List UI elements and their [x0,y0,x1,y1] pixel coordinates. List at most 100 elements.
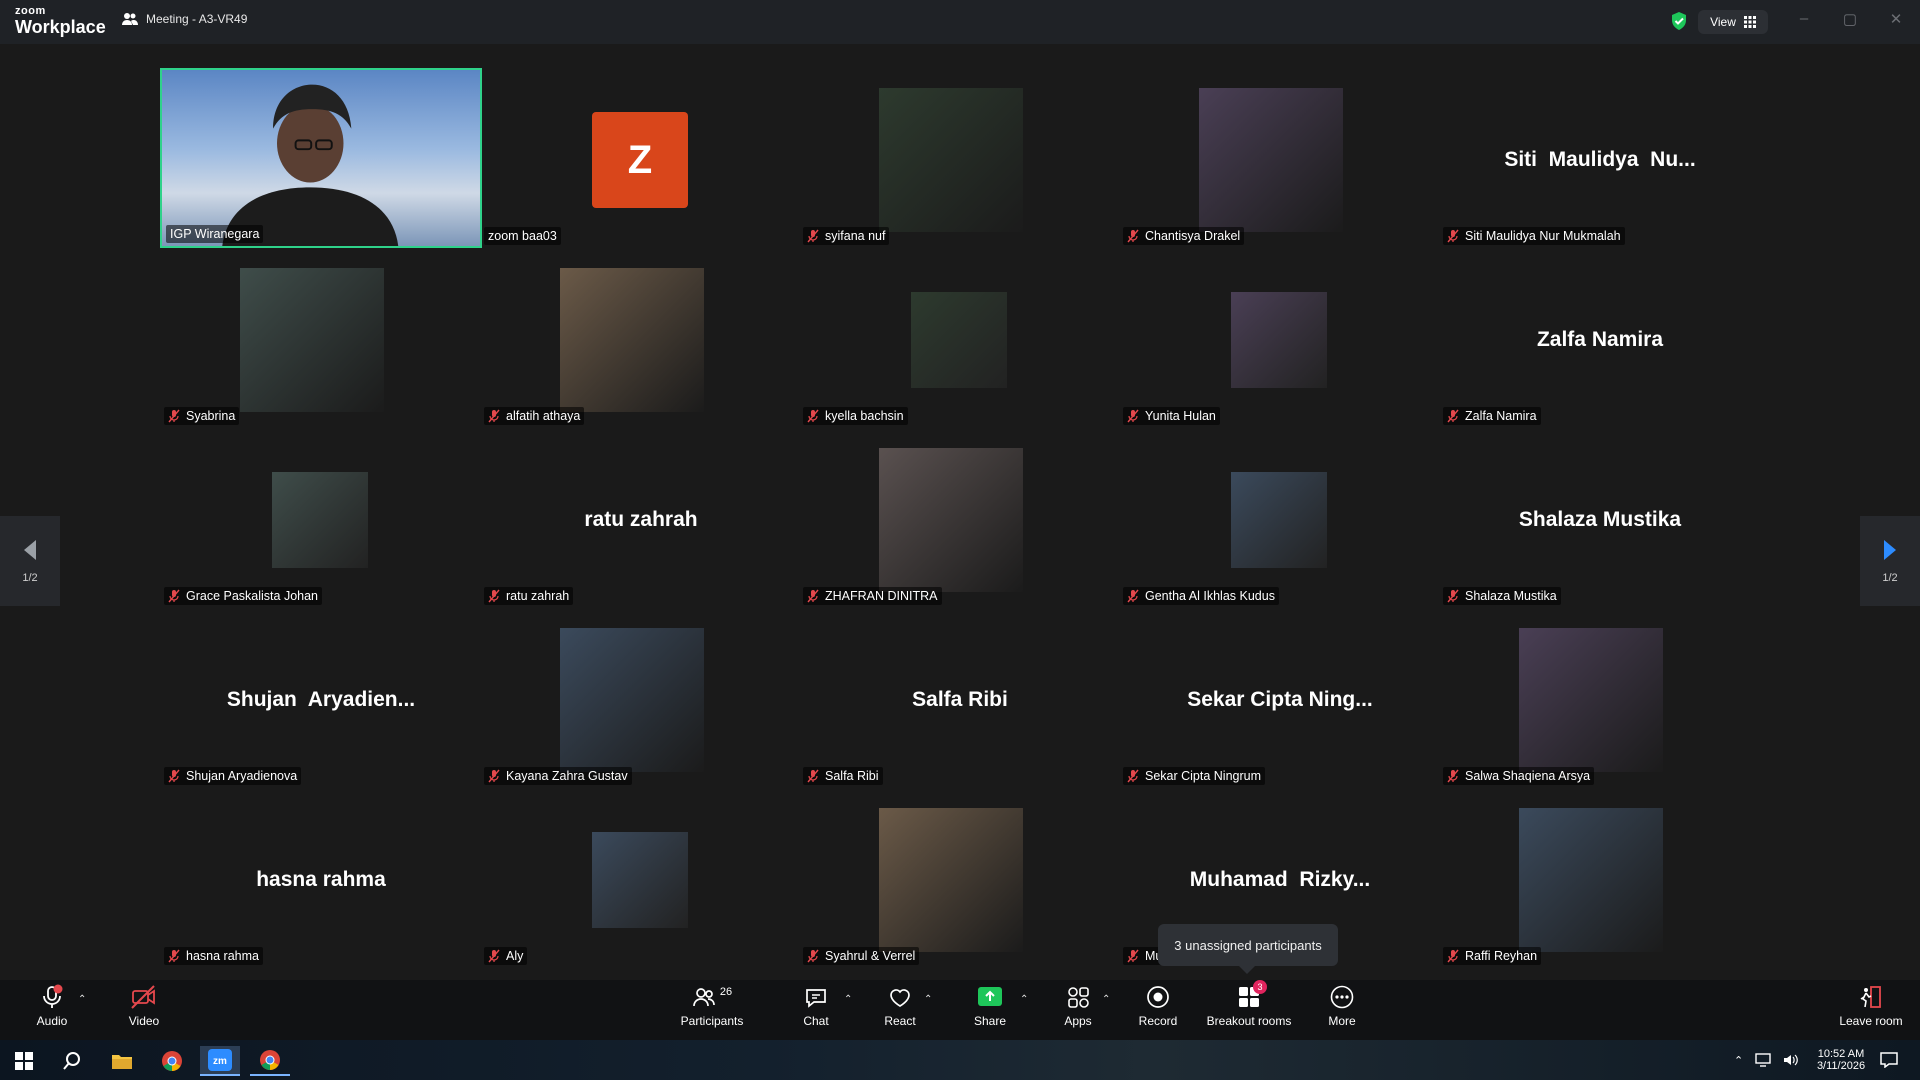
participant-name-tag: Raffi Reyhan [1443,947,1542,965]
participant-tile[interactable]: Zalfa Namira Zalfa Namira [1439,248,1761,428]
participant-name: Salfa Ribi [825,769,879,783]
file-explorer-button[interactable] [102,1046,142,1076]
participant-tile[interactable]: Grace Paskalista Johan [160,428,482,608]
participant-tile[interactable]: Kayana Zahra Gustav [480,608,802,788]
apps-options-caret[interactable]: ⌃ [1102,994,1110,1005]
volume-icon[interactable] [1783,1053,1799,1067]
participant-name: kyella bachsin [825,409,904,423]
participant-tile[interactable]: kyella bachsin [799,248,1121,428]
notifications-button[interactable] [1880,1040,1898,1080]
participant-tile[interactable]: hasna rahma hasna rahma [160,788,482,968]
muted-mic-icon [807,409,819,423]
more-button[interactable]: More [1322,984,1362,1028]
participant-name: Zalfa Namira [1465,409,1537,423]
record-button[interactable]: Record [1138,984,1178,1028]
svg-text:zm: zm [213,1056,227,1067]
close-icon[interactable]: ✕ [1884,10,1908,30]
view-label: View [1710,15,1736,29]
display-name-large: Sekar Cipta Ning... [1187,688,1373,711]
react-button[interactable]: React [880,984,920,1028]
prev-page-button[interactable]: 1/2 [0,516,60,606]
participant-tile[interactable]: Yunita Hulan [1119,248,1441,428]
video-button[interactable]: Video [126,984,162,1028]
chrome-window-button[interactable] [250,1046,290,1076]
participant-tile[interactable]: Shalaza Mustika Shalaza Mustika [1439,428,1761,608]
participant-name: Shujan Aryadienova [186,769,298,783]
participant-tile[interactable]: Shujan Aryadien... Shujan Aryadienova [160,608,482,788]
tray-chevron-icon[interactable]: ⌃ [1734,1054,1743,1067]
video-label: Video [128,1014,160,1028]
participant-tile[interactable]: Chantisya Drakel [1119,68,1441,248]
leave-room-button[interactable]: Leave room [1836,984,1906,1028]
breakout-icon-wrap: 3 [1236,980,1267,1010]
participant-tile[interactable]: ZHAFRAN DINITRA [799,428,1121,608]
participant-tile[interactable]: Raffi Reyhan [1439,788,1761,968]
participant-name-tag: Kayana Zahra Gustav [484,767,632,785]
audio-label: Audio [36,1014,68,1028]
participant-name: Gentha Al Ikhlas Kudus [1145,589,1275,603]
participant-tile[interactable]: IGP Wiranegara [160,68,482,248]
participant-tile[interactable]: alfatih athaya [480,248,802,428]
participant-tile[interactable]: ratu zahrah ratu zahrah [480,428,802,608]
participant-name: ZHAFRAN DINITRA [825,589,938,603]
minimize-icon[interactable]: – [1792,10,1816,30]
share-options-caret[interactable]: ⌃ [1020,994,1028,1005]
chat-button[interactable]: Chat [796,984,836,1028]
zoom-taskbar-button[interactable]: zm [200,1046,240,1076]
participants-label: Participants [680,1014,744,1028]
security-shield-icon[interactable] [1668,10,1690,32]
display-name-large: Siti Maulidya Nu... [1504,148,1696,171]
participant-tile[interactable]: Zzoom baa03 [480,68,802,248]
maximize-icon[interactable]: ▢ [1838,10,1862,30]
network-icon[interactable] [1755,1053,1771,1067]
participant-name-tag: Shujan Aryadienova [164,767,302,785]
participant-tile[interactable]: Salwa Shaqiena Arsya [1439,608,1761,788]
next-page-button[interactable]: 1/2 [1860,516,1920,606]
profile-picture [1231,292,1327,388]
clock[interactable]: 10:52 AM 3/11/2026 [1806,1040,1876,1080]
share-button[interactable]: Share [970,984,1010,1028]
react-options-caret[interactable]: ⌃ [924,994,932,1005]
participant-tile[interactable]: Sekar Cipta Ning... Sekar Cipta Ningrum [1119,608,1441,788]
person-silhouette [222,84,399,246]
muted-mic-icon [1127,229,1139,243]
muted-mic-icon [1127,769,1139,783]
participant-name-tag: Salfa Ribi [803,767,883,785]
audio-button[interactable]: Audio [34,984,70,1028]
record-icon [1147,986,1169,1008]
participant-tile[interactable]: Siti Maulidya Nu... Siti Maulidya Nur Muk… [1439,68,1761,248]
participant-tile[interactable]: Syabrina [160,248,482,428]
chrome-button[interactable] [152,1046,192,1076]
meeting-title[interactable]: Meeting - A3-VR49 [122,12,247,26]
audio-options-caret[interactable]: ⌃ [78,994,86,1005]
chrome-icon-2 [260,1050,280,1070]
apps-icon [1068,987,1089,1008]
participant-tile[interactable]: Syahrul & Verrel [799,788,1121,968]
grid-icon [1743,16,1756,28]
arrow-right-icon [1884,540,1896,560]
muted-mic-icon [168,589,180,603]
participant-tile[interactable]: syifana nuf [799,68,1121,248]
participant-name: Aly [506,949,524,963]
participant-name-tag: Chantisya Drakel [1123,227,1245,245]
breakout-rooms-button[interactable]: 3 Breakout rooms [1202,980,1296,1028]
avatar: Z [592,112,688,208]
display-name-large: Muhamad Rizky... [1189,868,1371,891]
view-button[interactable]: View [1698,10,1768,34]
participant-name-tag: IGP Wiranegara [166,225,264,243]
participant-tile[interactable]: Aly [480,788,802,968]
participants-button[interactable]: 26 Participants [672,984,752,1028]
profile-picture [879,88,1023,232]
participant-name: Sekar Cipta Ningrum [1145,769,1262,783]
participant-name: ratu zahrah [506,589,570,603]
participant-name-tag: zoom baa03 [484,227,561,245]
participant-tile[interactable]: Gentha Al Ikhlas Kudus [1119,428,1441,608]
participant-tile[interactable]: Salfa Ribi Salfa Ribi [799,608,1121,788]
chat-options-caret[interactable]: ⌃ [844,994,852,1005]
arrow-left-icon [24,540,36,560]
start-button[interactable] [4,1046,44,1076]
search-button[interactable] [52,1046,92,1076]
participant-name: Grace Paskalista Johan [186,589,319,603]
muted-mic-icon [1127,589,1139,603]
apps-button[interactable]: Apps [1058,984,1098,1028]
